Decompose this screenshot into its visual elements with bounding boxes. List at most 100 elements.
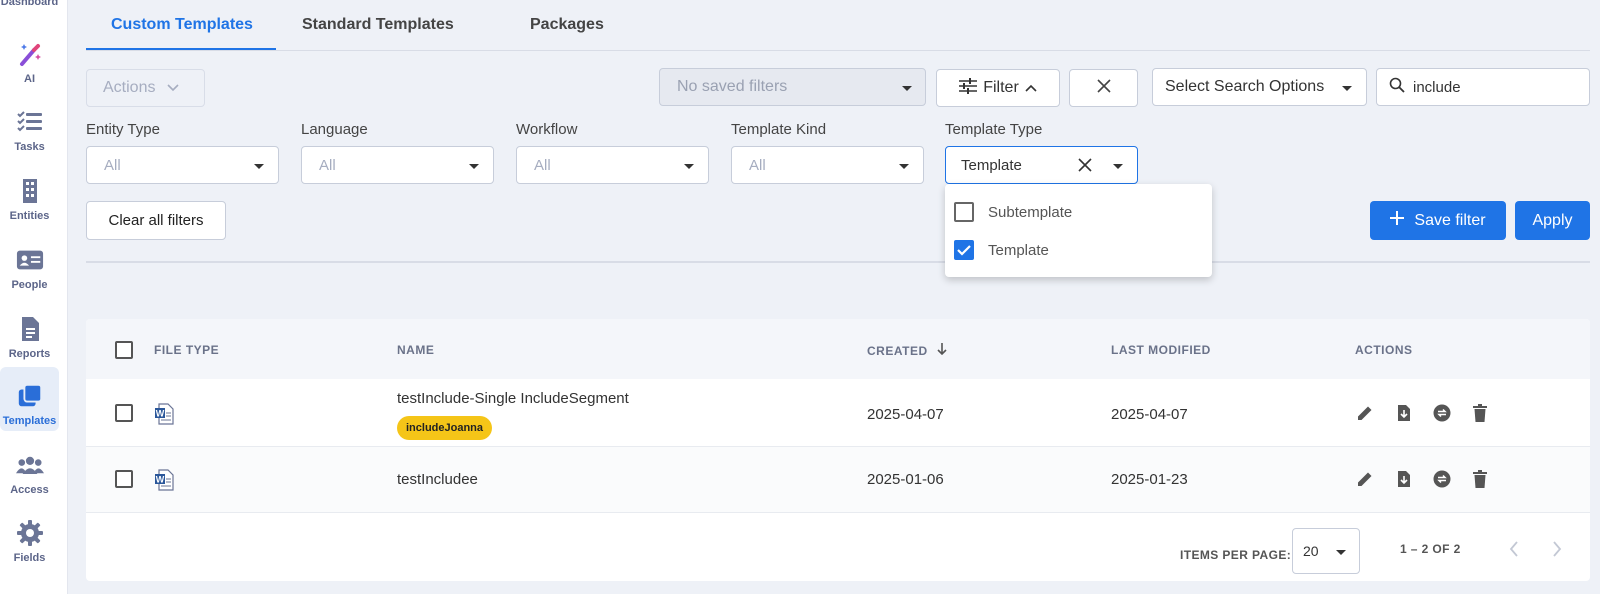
trash-icon[interactable] xyxy=(1469,468,1491,490)
table-row[interactable]: W testInclude-Single IncludeSegment incl… xyxy=(86,379,1590,447)
row-checkbox[interactable] xyxy=(115,404,133,422)
sidebar-item-ai[interactable]: AI xyxy=(0,25,59,89)
next-page-button[interactable] xyxy=(1547,539,1567,559)
word-document-icon: W xyxy=(154,469,174,495)
templates-table: FILE TYPE NAME CREATED LAST MODIFIED ACT… xyxy=(86,319,1590,581)
document-icon xyxy=(16,315,44,343)
download-icon[interactable] xyxy=(1393,402,1415,424)
edit-icon[interactable] xyxy=(1354,468,1376,490)
sidebar-item-reports[interactable]: Reports xyxy=(0,300,59,364)
users-group-icon xyxy=(15,451,44,479)
created-date: 2025-01-06 xyxy=(867,471,944,488)
sync-icon[interactable] xyxy=(1431,468,1453,490)
sidebar-item-label: Entities xyxy=(9,210,50,222)
tab-standard-templates[interactable]: Standard Templates xyxy=(302,16,454,34)
search-options-label: Select Search Options xyxy=(1165,78,1325,95)
previous-page-button[interactable] xyxy=(1504,539,1524,559)
sync-icon[interactable] xyxy=(1431,402,1453,424)
sidebar-item-dashboard-label[interactable]: Dashboard xyxy=(0,0,59,8)
caret-down-icon xyxy=(1336,550,1346,555)
id-card-icon xyxy=(16,246,44,274)
select-all-checkbox[interactable] xyxy=(115,341,133,359)
close-icon xyxy=(1096,78,1111,98)
header-created[interactable]: CREATED xyxy=(867,343,948,358)
table-row[interactable]: W testIncludee 2025-01-06 2025-01-23 xyxy=(86,447,1590,513)
saved-filters-select[interactable]: No saved filters xyxy=(659,68,926,106)
building-icon xyxy=(16,177,44,205)
sidebar-item-fields[interactable]: Fields xyxy=(0,504,59,568)
sidebar-item-templates[interactable]: Templates xyxy=(0,367,59,431)
tag-badge: includeJoanna xyxy=(397,416,493,440)
magic-wand-icon xyxy=(16,40,44,68)
sidebar-item-access[interactable]: Access xyxy=(0,436,59,500)
option-subtemplate[interactable]: Subtemplate xyxy=(954,200,1072,224)
apply-button[interactable]: Apply xyxy=(1515,201,1590,240)
actions-button[interactable]: Actions xyxy=(86,69,205,107)
sidebar-item-entities[interactable]: Entities xyxy=(0,162,59,226)
download-icon[interactable] xyxy=(1393,468,1415,490)
clear-all-filters-button[interactable]: Clear all filters xyxy=(86,201,226,240)
chevron-up-icon xyxy=(1025,79,1037,97)
edit-icon[interactable] xyxy=(1354,402,1376,424)
clear-selection-icon[interactable] xyxy=(1078,158,1092,176)
sidebar-item-people[interactable]: People xyxy=(0,231,59,295)
chevron-left-icon xyxy=(1509,541,1518,557)
tab-packages[interactable]: Packages xyxy=(530,16,604,34)
checkbox-checked[interactable] xyxy=(954,240,974,260)
chevron-down-icon xyxy=(167,79,180,97)
search-icon xyxy=(1389,77,1405,97)
table-header: FILE TYPE NAME CREATED LAST MODIFIED ACT… xyxy=(86,319,1590,379)
sidebar-item-label: Templates xyxy=(2,415,57,427)
row-checkbox[interactable] xyxy=(115,470,133,488)
template-name[interactable]: testInclude-Single IncludeSegment xyxy=(397,390,629,407)
checkbox[interactable] xyxy=(954,202,974,222)
divider xyxy=(86,261,1590,263)
tab-custom-templates[interactable]: Custom Templates xyxy=(111,16,253,34)
language-select[interactable]: All xyxy=(301,146,494,184)
filter-label: Filter xyxy=(983,79,1019,96)
svg-text:W: W xyxy=(156,475,165,485)
sidebar-item-label: Reports xyxy=(8,348,51,360)
template-type-select[interactable]: Template xyxy=(945,146,1138,184)
template-kind-value: All xyxy=(749,156,766,174)
search-value: include xyxy=(1413,78,1461,96)
workflow-label: Workflow xyxy=(516,121,578,138)
items-per-page-select[interactable]: 20 xyxy=(1292,528,1360,574)
caret-down-icon xyxy=(1113,164,1123,169)
sidebar-item-label: Access xyxy=(10,484,49,496)
search-input[interactable]: include xyxy=(1376,68,1590,106)
option-template[interactable]: Template xyxy=(954,238,1049,262)
caret-down-icon xyxy=(684,164,694,169)
tab-bar: Custom Templates Standard Templates Pack… xyxy=(86,0,1590,51)
svg-text:W: W xyxy=(156,409,165,419)
saved-filters-placeholder: No saved filters xyxy=(677,78,788,95)
template-kind-select[interactable]: All xyxy=(731,146,924,184)
header-last-modified[interactable]: LAST MODIFIED xyxy=(1111,343,1211,357)
filter-toggle-button[interactable]: Filter xyxy=(936,69,1060,107)
header-name[interactable]: NAME xyxy=(397,343,434,357)
close-filter-button[interactable] xyxy=(1069,69,1138,107)
sidebar-item-label: Tasks xyxy=(14,141,45,153)
header-created-label: CREATED xyxy=(867,344,928,358)
sidebar-item-label: People xyxy=(11,279,48,291)
save-filter-button[interactable]: Save filter xyxy=(1370,201,1506,240)
option-label: Subtemplate xyxy=(988,203,1073,221)
items-per-page-value: 20 xyxy=(1303,543,1319,559)
sidebar-item-tasks[interactable]: Tasks xyxy=(0,93,59,157)
search-options-select[interactable]: Select Search Options xyxy=(1152,68,1367,106)
chevron-right-icon xyxy=(1553,541,1562,557)
caret-down-icon xyxy=(902,86,912,91)
workflow-select[interactable]: All xyxy=(516,146,709,184)
template-type-value: Template xyxy=(961,156,1022,174)
entity-type-value: All xyxy=(104,156,121,174)
created-date: 2025-04-07 xyxy=(867,406,944,423)
arrow-down-icon xyxy=(937,343,948,358)
entity-type-label: Entity Type xyxy=(86,121,160,138)
header-file-type: FILE TYPE xyxy=(154,343,220,357)
plus-icon xyxy=(1390,211,1405,230)
trash-icon[interactable] xyxy=(1469,402,1491,424)
entity-type-select[interactable]: All xyxy=(86,146,279,184)
template-name[interactable]: testIncludee xyxy=(397,471,478,488)
language-label: Language xyxy=(301,121,368,138)
word-document-icon: W xyxy=(154,403,174,429)
